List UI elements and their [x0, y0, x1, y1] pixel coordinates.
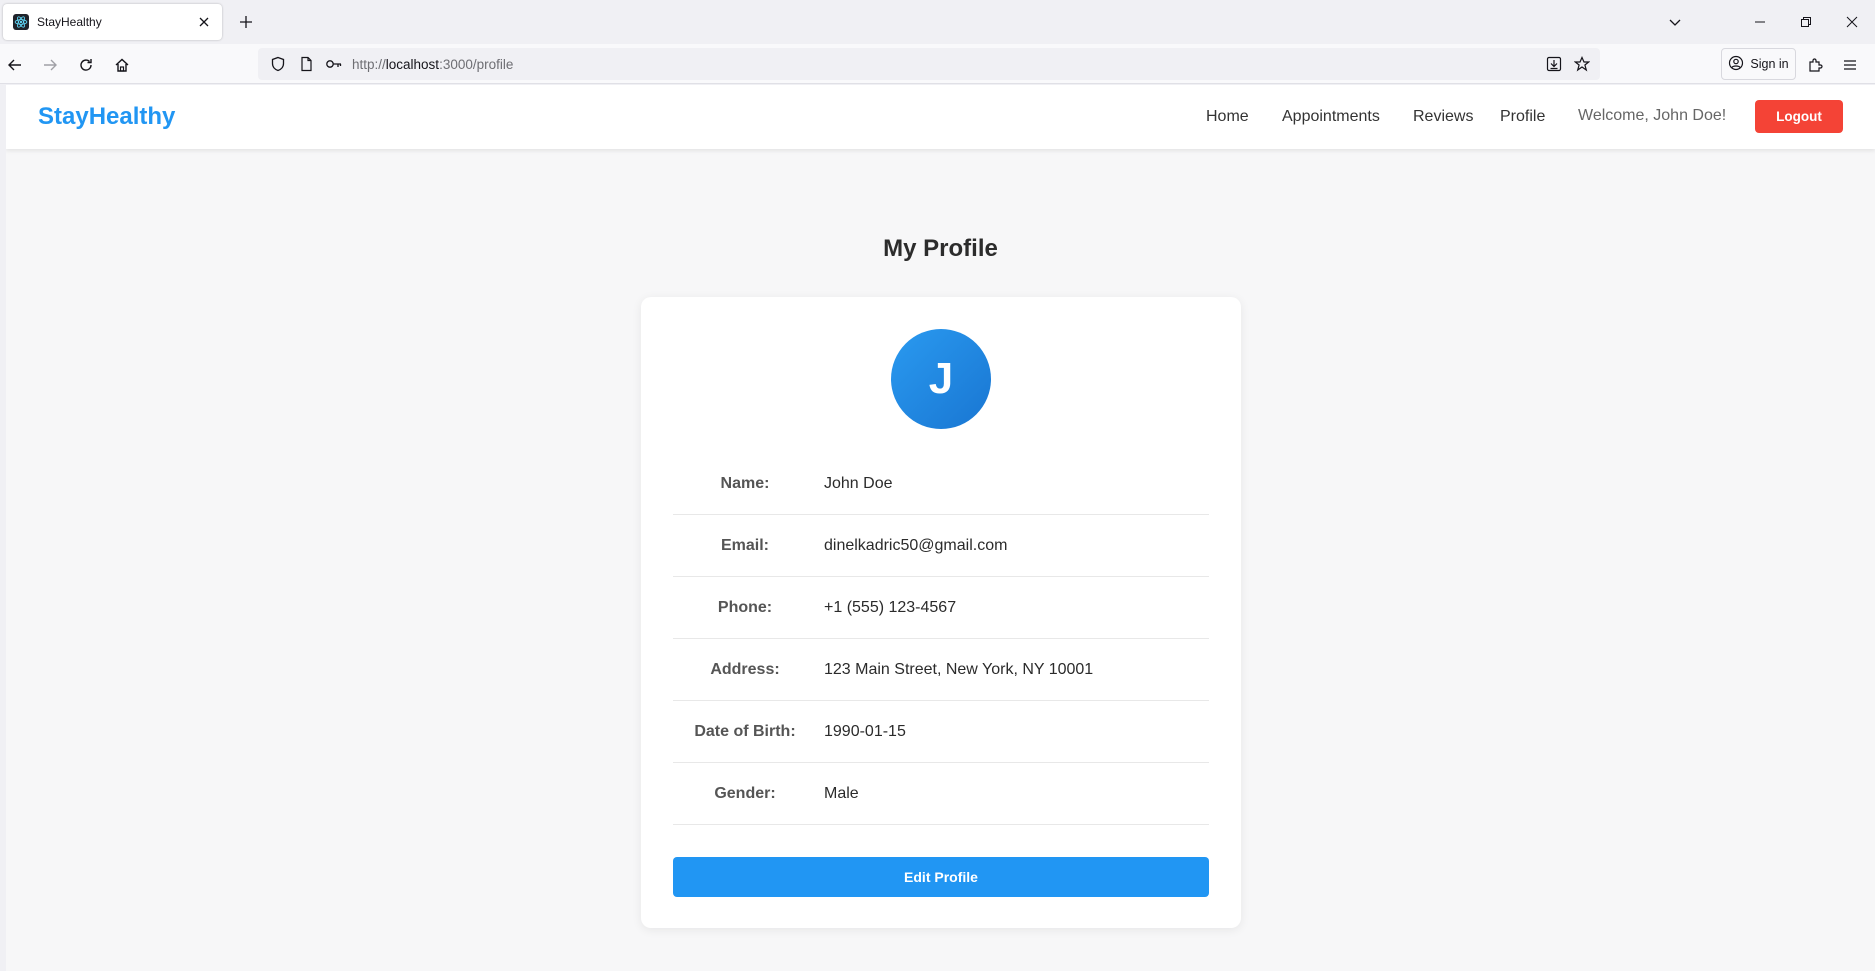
field-label: Name: [720, 474, 770, 492]
profile-row-dob: Date of Birth: 1990-01-15 [673, 701, 1209, 763]
nav-link-profile[interactable]: Profile [1500, 85, 1545, 149]
chevron-down-icon[interactable] [1663, 10, 1687, 34]
field-value: +1 (555) 123-4567 [824, 598, 957, 616]
url-bar[interactable]: http://localhost:3000/profile [258, 48, 1600, 80]
field-label: Address: [710, 660, 780, 678]
download-icon[interactable] [1542, 52, 1566, 76]
field-value: Male [824, 784, 859, 802]
close-window-icon[interactable] [1829, 0, 1875, 44]
logout-button[interactable]: Logout [1755, 100, 1843, 133]
browser-toolbar: http://localhost:3000/profile Sign in [0, 44, 1875, 84]
menu-icon[interactable] [1836, 51, 1864, 79]
field-value: dinelkadric50@gmail.com [824, 536, 1008, 554]
url-host: localhost [385, 56, 440, 72]
account-icon [1728, 55, 1744, 74]
sign-in-label: Sign in [1750, 57, 1789, 71]
field-value: John Doe [824, 474, 893, 492]
minimize-icon[interactable] [1737, 0, 1783, 44]
nav-link-label: Appointments [1282, 108, 1380, 125]
page-icon[interactable] [294, 52, 318, 76]
url-prefix: http:// [352, 56, 386, 72]
star-icon[interactable] [1570, 52, 1594, 76]
forward-icon [36, 51, 64, 79]
field-value: 1990-01-15 [824, 722, 906, 740]
close-icon[interactable] [192, 10, 216, 34]
nav-link-appointments[interactable]: Appointments [1282, 85, 1380, 149]
url-path: :3000/profile [439, 56, 514, 72]
tab-title: StayHealthy [37, 15, 102, 29]
restore-icon[interactable] [1783, 0, 1829, 44]
field-value: 123 Main Street, New York, NY 10001 [824, 660, 1094, 678]
page-title: My Profile [883, 235, 998, 262]
page-content: StayHealthy Home Appointments Reviews Pr… [6, 85, 1875, 971]
extensions-icon[interactable] [1801, 51, 1829, 79]
nav-link-reviews[interactable]: Reviews [1413, 85, 1473, 149]
browser-tab[interactable]: StayHealthy [3, 4, 222, 40]
edit-profile-button[interactable]: Edit Profile [673, 857, 1209, 897]
field-label: Date of Birth: [694, 722, 796, 740]
field-label: Phone: [717, 598, 773, 616]
profile-details: Name: John Doe Email: dinelkadric50@gmai… [673, 453, 1209, 825]
profile-row-phone: Phone: +1 (555) 123-4567 [673, 577, 1209, 639]
profile-row-address: Address: 123 Main Street, New York, NY 1… [673, 639, 1209, 701]
profile-row-name: Name: John Doe [673, 453, 1209, 515]
avatar: J [891, 329, 991, 429]
sign-in-button[interactable]: Sign in [1721, 48, 1796, 80]
site-header: StayHealthy Home Appointments Reviews Pr… [6, 85, 1875, 149]
back-icon[interactable] [1, 51, 29, 79]
url-text: http://localhost:3000/profile [352, 57, 513, 72]
profile-row-gender: Gender: Male [673, 763, 1209, 825]
nav-link-label: Home [1206, 108, 1249, 125]
key-icon[interactable] [322, 52, 346, 76]
profile-row-email: Email: dinelkadric50@gmail.com [673, 515, 1209, 577]
profile-card: J Name: John Doe Email: dinelkadric50@gm… [641, 297, 1241, 928]
home-icon[interactable] [108, 51, 136, 79]
field-label: Gender: [714, 784, 776, 802]
nav-link-home[interactable]: Home [1206, 85, 1249, 149]
react-favicon-icon [13, 14, 29, 30]
brand-logo[interactable]: StayHealthy [38, 103, 175, 131]
welcome-text: Welcome, John Doe! [1578, 107, 1727, 124]
browser-tab-bar: StayHealthy [0, 0, 1875, 44]
field-label: Email: [720, 536, 769, 554]
nav-link-label: Reviews [1413, 108, 1474, 125]
shield-icon[interactable] [266, 52, 290, 76]
nav-link-label: Profile [1500, 108, 1546, 125]
plus-icon[interactable] [234, 10, 258, 34]
reload-icon[interactable] [72, 51, 100, 79]
